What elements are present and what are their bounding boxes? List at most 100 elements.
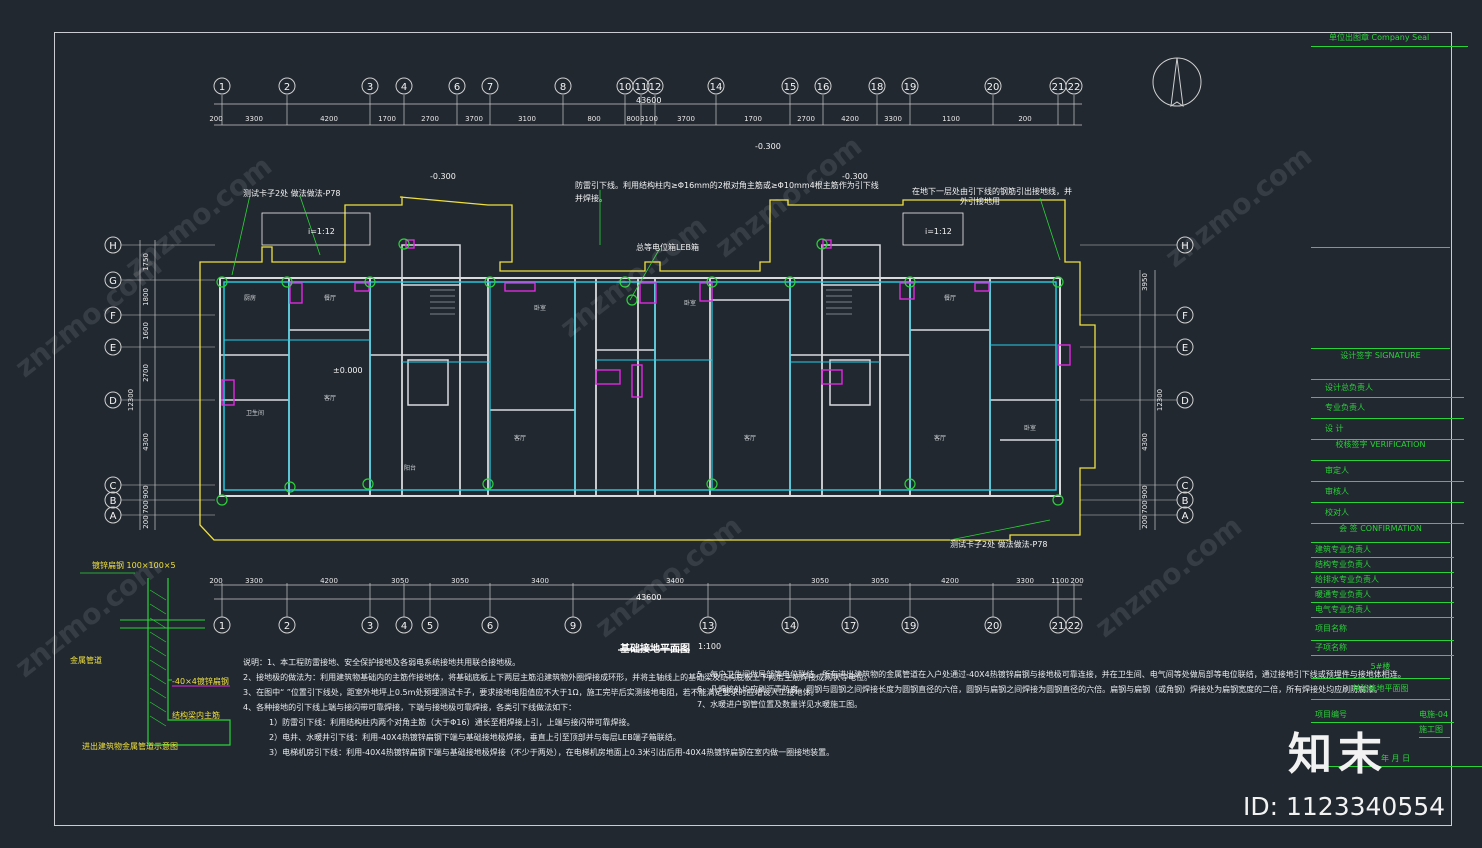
dim-text: 2700	[421, 115, 439, 123]
axis-label: 14	[784, 621, 797, 632]
drawing-name-label: 基础接地平面图	[1311, 679, 1450, 700]
asset-id: ID: 1123340554	[1243, 792, 1446, 821]
axis-label: 1	[219, 621, 225, 632]
dim-text: 3400	[531, 577, 549, 585]
room-label: 卧室	[684, 299, 696, 307]
dim-text: 12300	[1156, 389, 1164, 411]
axis-label: 4	[401, 82, 407, 93]
dim-text: 3300	[245, 115, 263, 123]
project-name-label: 项目名称	[1311, 618, 1454, 641]
axis-label: 12	[649, 82, 662, 93]
axis-label: H	[109, 241, 117, 252]
dim-text: 700	[142, 500, 150, 513]
axis-label: 22	[1068, 621, 1081, 632]
axis-label: A	[1182, 511, 1189, 522]
brand-watermark: 知末	[1288, 729, 1388, 780]
axis-label: 11	[635, 82, 648, 93]
detail-label-rebar: 结构梁内主筋	[172, 711, 220, 720]
confirm-row: 暖通专业负责人	[1311, 588, 1454, 603]
elevator-shaft	[829, 359, 871, 406]
dim-text: 200	[209, 577, 222, 585]
axis-label: 6	[454, 82, 460, 93]
axis-label: D	[1181, 396, 1189, 407]
axis-label: 15	[784, 82, 797, 93]
axis-label: 4	[401, 621, 407, 632]
equipment-box	[289, 282, 303, 304]
dim-text: 12300	[127, 389, 135, 411]
axis-label: E	[1182, 343, 1188, 354]
verify-row: 校对人	[1311, 503, 1464, 524]
level-mark-2: -0.300	[755, 142, 781, 151]
detail-label-flat-steel: -40×4镀锌扁钢	[172, 677, 229, 686]
dim-text: 3050	[391, 577, 409, 585]
annotation-test-point-bottom: 测试卡子2处 做法做法-P78	[950, 540, 1048, 549]
annotation-basement-2: 外引接地用	[960, 197, 1000, 206]
dim-text: 4200	[941, 577, 959, 585]
room-label: 厨房	[244, 294, 256, 302]
room-label: 客厅	[934, 434, 946, 442]
room-label: 阳台	[404, 464, 416, 472]
detail-hatch	[149, 715, 167, 727]
dim-text: 1100	[1051, 577, 1069, 585]
axis-label: 19	[904, 621, 917, 632]
exterior-wall	[219, 277, 1061, 497]
axis-label: 21	[1052, 621, 1065, 632]
verify-row: 审核人	[1311, 482, 1464, 503]
north-arrow-circle	[1152, 57, 1202, 107]
axis-label: 19	[904, 82, 917, 93]
confirm-row: 给排水专业负责人	[1311, 573, 1454, 588]
axis-label: 18	[871, 82, 884, 93]
dim-text: 2700	[142, 364, 150, 382]
dim-text: 4200	[841, 115, 859, 123]
dim-text: 1100	[942, 115, 960, 123]
dim-text: 3100	[640, 115, 658, 123]
detail-title: 进出建筑物金属管道示意图	[82, 742, 178, 751]
down-conductor-marker	[362, 478, 374, 490]
axis-label: C	[1182, 481, 1189, 492]
axis-label: 3	[367, 621, 373, 632]
building-label: 5#楼	[1311, 656, 1450, 679]
down-conductor-marker	[398, 238, 410, 250]
dim-text: 3300	[1016, 577, 1034, 585]
axis-label: 13	[702, 621, 715, 632]
axis-label: 7	[487, 82, 493, 93]
ramp-label-right: i=1:12	[925, 227, 952, 236]
dim-text: 1700	[378, 115, 396, 123]
equipment-box	[354, 282, 370, 292]
level-mark-1: -0.300	[430, 172, 456, 181]
axis-label: 1	[219, 82, 225, 93]
room-label: 餐厅	[324, 294, 336, 302]
overall-dim-top: 43600	[636, 96, 662, 105]
leader-line	[1039, 197, 1061, 261]
company-seal-label: 单位出图章 Company Seal	[1311, 32, 1468, 47]
axis-label: 10	[619, 82, 632, 93]
room-label: 客厅	[514, 434, 526, 442]
detail-hatch	[149, 603, 167, 615]
design-row: 设 计	[1311, 419, 1464, 440]
confirm-row: 结构专业负责人	[1311, 558, 1454, 573]
level-mark-4: ±0.000	[333, 366, 363, 375]
dim-text: 4200	[320, 115, 338, 123]
dim-text: 3100	[518, 115, 536, 123]
title-block: 单位出图章 Company Seal 设计签字 SIGNATURE 设计总负责人…	[1311, 32, 1482, 824]
design-row: 设计总负责人	[1311, 379, 1464, 398]
room-label: 卫生间	[246, 409, 264, 417]
axis-label: F	[1182, 311, 1188, 322]
ramp-label-left: i=1:12	[308, 227, 335, 236]
dim-text: 3300	[245, 577, 263, 585]
dim-text: 200	[209, 115, 222, 123]
grounding-ring	[223, 281, 1057, 491]
axis-label: 22	[1068, 82, 1081, 93]
dim-text: 1600	[142, 322, 150, 340]
equipment-box	[504, 282, 536, 292]
equipment-box	[405, 239, 415, 249]
axis-label: 9	[570, 621, 576, 632]
dim-text: 200	[1070, 577, 1083, 585]
dim-text: 3950	[1141, 273, 1149, 291]
axis-label: 17	[844, 621, 857, 632]
detail-label-pipe: 金属管道	[70, 656, 102, 665]
axis-label: A	[110, 511, 117, 522]
axis-label: 14	[710, 82, 723, 93]
dim-text: 4300	[142, 433, 150, 451]
room-label: 卧室	[534, 304, 546, 312]
